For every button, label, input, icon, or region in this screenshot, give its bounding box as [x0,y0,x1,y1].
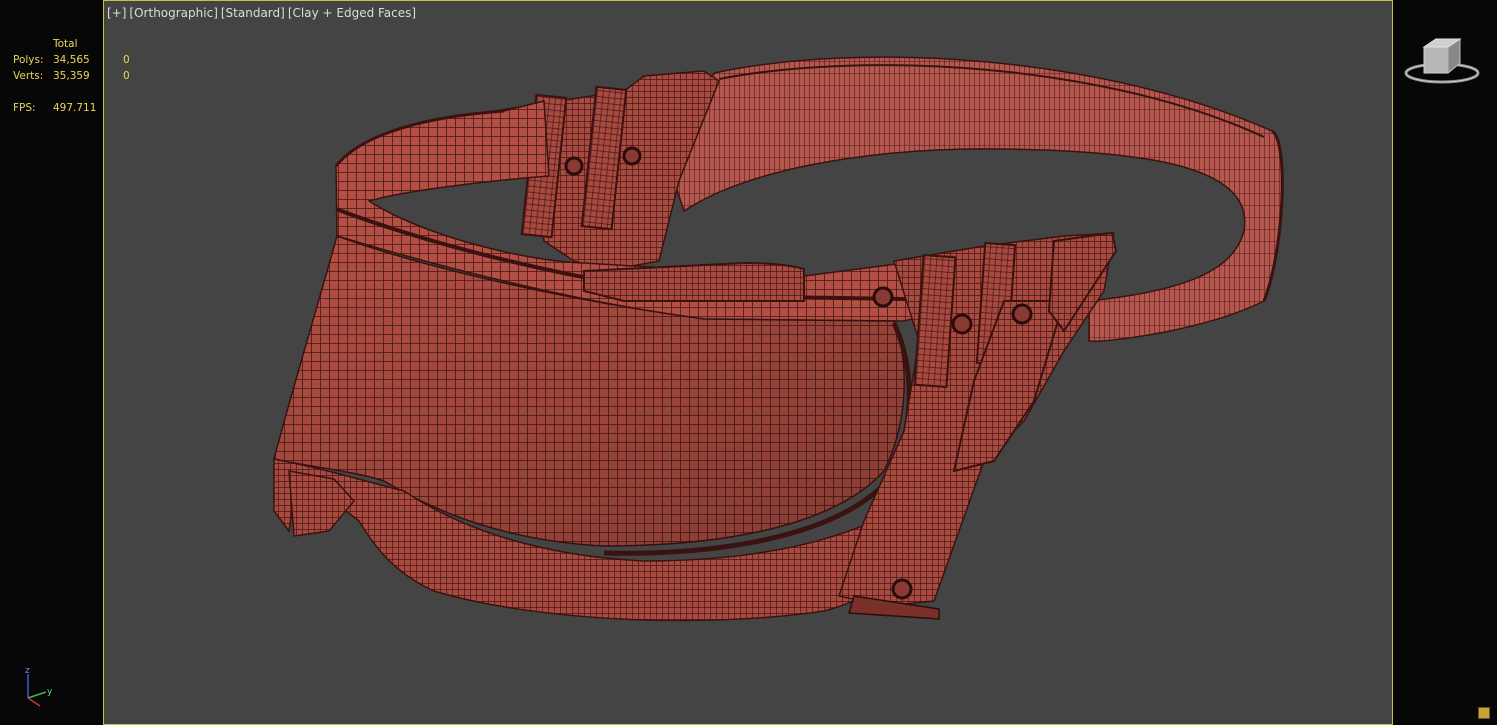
viewport-label-menu: [+] [Orthographic] [Standard] [Clay + Edged… [107,6,419,20]
viewport-plus-menu[interactable]: [+] [107,6,126,20]
stats-verts-label: Verts: [13,70,44,82]
stats-fps-label: FPS: [13,102,36,114]
stats-fps-value: 497.711 [53,102,97,114]
stats-verts-total: 35,359 [53,70,90,82]
stats-total-header: Total [53,38,78,50]
viewport-canvas[interactable]: [+] [Orthographic] [Standard] [Clay + Edged… [103,0,1393,725]
viewcube-icon[interactable] [1402,33,1482,89]
axis-y-label: y [47,687,53,697]
stats-polys-selected: 0 [123,54,130,66]
stats-polys-label: Polys: [13,54,44,66]
maximize-viewport-button[interactable] [1478,707,1490,719]
stats-verts-selected: 0 [123,70,130,82]
3d-viewport-window: [+] [Orthographic] [Standard] [Clay + Edged… [0,0,1497,725]
axis-z-label: z [25,666,30,676]
viewport-display-mode-menu[interactable]: [Clay + Edged Faces] [288,6,416,20]
axis-tripod-icon: z y [25,666,53,707]
goggles-model [273,56,1284,622]
viewport-point-of-view-menu[interactable]: [Orthographic] [129,6,217,20]
viewport-shading-standard-menu[interactable]: [Standard] [221,6,285,20]
stats-polys-total: 34,565 [53,54,90,66]
right-panel [1393,0,1497,725]
